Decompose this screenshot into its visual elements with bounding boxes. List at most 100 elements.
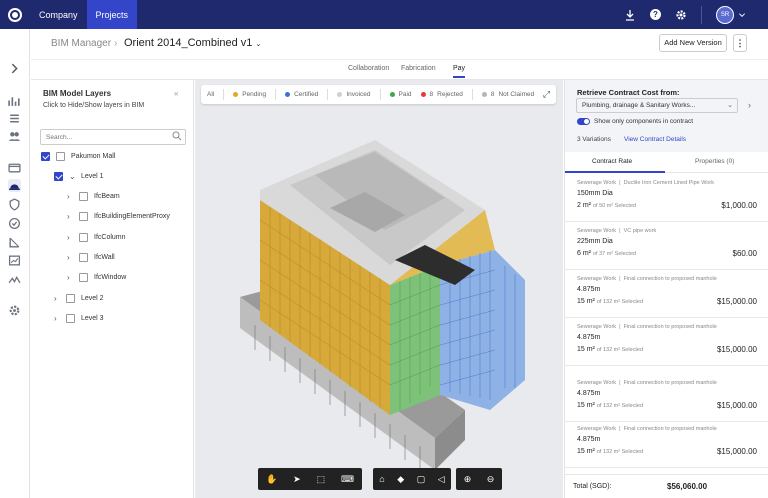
trend-icon[interactable] — [8, 273, 21, 286]
checkbox[interactable] — [56, 151, 65, 161]
contract-item[interactable]: Sewerage Work | Final connection to prop… — [565, 318, 768, 366]
contract-item[interactable]: Sewerage Work | Ductile Iron Cement Line… — [565, 174, 768, 222]
chevron-right-icon[interactable]: › — [67, 273, 74, 282]
report-icon[interactable] — [8, 254, 21, 267]
pan-hand-icon[interactable]: ✋ — [266, 474, 277, 485]
project-selector[interactable]: Orient 2014_Combined v1 ⌄ — [124, 37, 261, 49]
toggle-label: Show only components in contract — [594, 118, 693, 125]
chevron-down-icon[interactable]: ⌄ — [69, 172, 76, 181]
tree-row-ifcbuildingelementproxy[interactable]: › IfcBuildingElementProxy — [67, 210, 170, 222]
tree-row-ifcwall[interactable]: › IfcWall — [67, 251, 115, 263]
user-avatar[interactable]: SR — [716, 5, 734, 24]
view-contract-details-link[interactable]: View Contract Details — [624, 136, 686, 143]
ruler-icon[interactable] — [8, 236, 21, 249]
item-category: Sewerage Work | Final connection to prop… — [577, 426, 717, 432]
nav-company[interactable]: Company — [30, 0, 87, 29]
nav-projects[interactable]: Projects — [86, 0, 138, 29]
zoom-out-icon[interactable]: ⊖ — [487, 474, 495, 485]
tab-properties[interactable]: Properties (0) — [695, 158, 734, 165]
tree-row-level-2[interactable]: › Level 2 — [54, 292, 104, 304]
box-select-icon[interactable]: ⬚ — [317, 474, 326, 485]
building-model-render[interactable] — [195, 80, 563, 498]
chevron-right-icon[interactable]: › — [67, 192, 74, 201]
checkbox[interactable] — [79, 211, 88, 221]
item-category: Sewerage Work | Ductile Iron Cement Line… — [577, 180, 714, 186]
select-pointer-icon[interactable]: ➤ — [293, 474, 301, 485]
tree-row-level-1[interactable]: ⌄ Level 1 — [54, 170, 104, 182]
item-category: Sewerage Work | Final connection to prop… — [577, 324, 717, 330]
contract-item[interactable]: Sewerage Work | Final connection to prop… — [565, 420, 768, 468]
settings-gear-icon[interactable] — [675, 9, 687, 21]
tree-row-ifcwindow[interactable]: › IfcWindow — [67, 271, 126, 283]
tab-collaboration[interactable]: Collaboration — [348, 65, 389, 72]
chevron-right-icon[interactable]: › — [748, 100, 751, 110]
tree-row-ifccolumn[interactable]: › IfcColumn — [67, 231, 126, 243]
contract-select[interactable]: Plumbing, drainage & Sanitary Works... ⌄ — [576, 98, 738, 113]
chevron-right-icon[interactable]: › — [54, 314, 61, 323]
chevron-right-icon[interactable]: › — [67, 212, 74, 221]
tree-label: IfcBuildingElementProxy — [94, 212, 170, 220]
keyboard-icon[interactable]: ⌨ — [341, 474, 354, 485]
zoom-in-icon[interactable]: ⊕ — [464, 474, 472, 485]
chevron-right-icon[interactable]: › — [67, 233, 74, 242]
analytics-icon[interactable] — [8, 94, 21, 107]
chevron-down-icon[interactable] — [738, 9, 746, 21]
bim-viewer[interactable]: All Pending Certified Invoiced Paid 8 Rej… — [195, 80, 563, 498]
show-only-components-toggle[interactable] — [577, 118, 590, 125]
settings-icon[interactable] — [8, 304, 21, 317]
app-logo-icon[interactable] — [0, 0, 30, 29]
tree-row-level-3[interactable]: › Level 3 — [54, 312, 104, 324]
tree-row-pakumon-mall[interactable]: Pakumon Mall — [41, 150, 115, 162]
tree-label: IfcWall — [94, 253, 115, 261]
item-quantity: 15 m² of 132 m² Selected — [577, 346, 644, 353]
layer-search-input[interactable] — [40, 129, 186, 145]
item-quantity: 15 m² of 132 m² Selected — [577, 448, 644, 455]
contract-item[interactable]: Sewerage Work | VC pipe work 225mm Dia 6… — [565, 222, 768, 270]
contract-item[interactable]: Sewerage Work | Final connection to prop… — [565, 374, 768, 422]
tree-label: Pakumon Mall — [71, 152, 116, 160]
project-title: Orient 2014_Combined v1 — [124, 37, 253, 49]
more-options-button[interactable]: ⋮ — [733, 34, 747, 52]
item-category: Sewerage Work | Final connection to prop… — [577, 380, 717, 386]
team-icon[interactable] — [8, 130, 21, 143]
bim-helmet-icon[interactable] — [8, 179, 21, 192]
tab-fabrication[interactable]: Fabrication — [401, 65, 436, 72]
item-name: 150mm Dia — [577, 190, 613, 197]
breadcrumb-separator: › — [114, 38, 118, 49]
section-box-icon[interactable]: ▢ — [417, 474, 426, 485]
checkbox[interactable] — [66, 293, 75, 303]
tab-contract-rate[interactable]: Contract Rate — [592, 158, 632, 165]
checkbox[interactable] — [54, 171, 63, 181]
help-icon[interactable]: ? — [650, 9, 661, 20]
item-name: 225mm Dia — [577, 238, 613, 245]
checkbox[interactable] — [79, 191, 88, 201]
zoom-toolbar: ⊕ ⊖ — [456, 468, 502, 490]
checkbox[interactable] — [79, 232, 88, 242]
cube-view-icon[interactable]: ◆ — [397, 474, 404, 485]
card-icon[interactable] — [8, 161, 21, 174]
item-category: Sewerage Work | VC pipe work — [577, 228, 657, 234]
collapse-panel-icon[interactable]: « — [174, 89, 178, 98]
breadcrumb-bim-manager[interactable]: BIM Manager — [51, 38, 111, 49]
add-new-version-button[interactable]: Add New Version — [659, 34, 727, 52]
download-icon[interactable] — [624, 9, 636, 21]
list-icon[interactable] — [8, 112, 21, 125]
chevron-right-icon[interactable]: › — [67, 253, 74, 262]
checkbox[interactable] — [79, 272, 88, 282]
expand-chevron-icon[interactable] — [8, 62, 21, 75]
checkbox[interactable] — [41, 151, 50, 161]
tree-row-ifcbeam[interactable]: › IfcBeam — [67, 190, 120, 202]
chevron-right-icon[interactable]: › — [54, 294, 61, 303]
item-name: 4.875m — [577, 286, 601, 293]
checkbox[interactable] — [79, 252, 88, 262]
checkbox[interactable] — [66, 313, 75, 323]
home-view-icon[interactable]: ⌂ — [379, 474, 384, 484]
check-circle-icon[interactable] — [8, 217, 21, 230]
contract-item[interactable]: Sewerage Work | Final connection to prop… — [565, 270, 768, 318]
camera-icon[interactable]: ◁ — [438, 474, 445, 485]
item-name: 4.875m — [577, 334, 601, 341]
variations-count: 3 Variations — [577, 136, 611, 143]
tree-label: IfcColumn — [94, 233, 126, 241]
tab-pay[interactable]: Pay — [453, 65, 466, 78]
shield-icon[interactable] — [8, 198, 21, 211]
